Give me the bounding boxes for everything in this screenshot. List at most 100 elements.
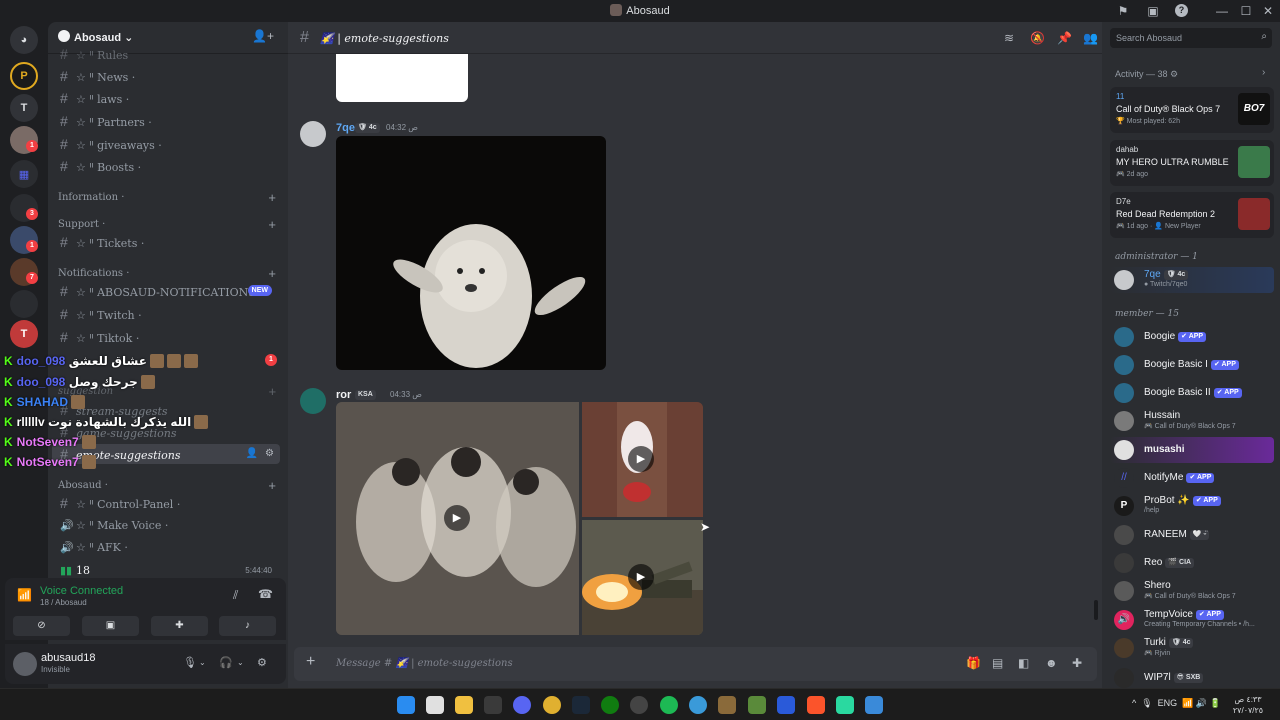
video-attachment-1[interactable]: ▶: [336, 402, 579, 635]
system-tray[interactable]: ^ 🎙 ENG 📶 🔊 🔋: [1132, 698, 1221, 709]
play-icon[interactable]: ▶: [444, 505, 470, 531]
headphones-icon[interactable]: 🎧: [219, 656, 233, 669]
channel-giveaways[interactable]: # ☆ ᐦ giveaways ·: [52, 134, 280, 154]
voice-status[interactable]: Voice Connected: [40, 585, 123, 597]
message-author-avatar[interactable]: [300, 121, 326, 147]
emoji-icon[interactable]: ☻: [1045, 656, 1058, 670]
disconnect-icon[interactable]: ☎: [258, 587, 273, 601]
message-author-avatar[interactable]: [300, 388, 326, 414]
discord-home-icon[interactable]: ◕: [10, 26, 38, 54]
member-item[interactable]: Boogie Basic II ✔ APP: [1110, 380, 1274, 406]
channel-news[interactable]: # ☆ ᐦ News ·: [52, 66, 280, 86]
member-item[interactable]: WIP7l 😎 SXB: [1110, 665, 1274, 688]
invite-member-icon[interactable]: 👤: [246, 444, 258, 464]
threads-icon[interactable]: ≋: [1004, 31, 1014, 45]
channel-tickets[interactable]: # ☆ ᐦ Tickets ·: [52, 232, 280, 252]
invite-icon[interactable]: 👤+: [252, 29, 274, 43]
add-channel-icon[interactable]: +: [268, 190, 276, 205]
add-channel-icon[interactable]: +: [268, 217, 276, 232]
channel-partners[interactable]: # ☆ ᐦ Partners ·: [52, 111, 280, 131]
server-icon-10[interactable]: T: [10, 320, 38, 348]
chrome-icon[interactable]: [543, 696, 561, 714]
member-item-admin[interactable]: 7qe 🛡 4c ● Twitch/7qe0: [1110, 267, 1274, 293]
activity-header[interactable]: Activity — 38 ⚙: [1115, 69, 1178, 80]
member-item[interactable]: Boogie Basic I ✔ APP: [1110, 352, 1274, 378]
username[interactable]: abusaud18: [41, 652, 95, 664]
channel-settings-gear-icon[interactable]: ⚙: [265, 444, 274, 464]
member-item[interactable]: // NotifyMe ✔ APP: [1110, 465, 1274, 491]
server-p-icon[interactable]: P: [10, 62, 38, 90]
steam-icon[interactable]: [572, 696, 590, 714]
taskbar-app-icon[interactable]: [777, 696, 795, 714]
member-list-icon[interactable]: 👥: [1083, 31, 1098, 45]
taskbar-app-icon[interactable]: [865, 696, 883, 714]
category-abosaud[interactable]: Abosaud · +: [58, 478, 280, 493]
category-support[interactable]: Support · +: [58, 217, 280, 232]
member-item[interactable]: RANEEM 🤍 ᵕ̈: [1110, 522, 1274, 548]
folder-icon[interactable]: ▦: [10, 160, 38, 188]
gif-icon[interactable]: ▤: [992, 656, 1003, 670]
screen-icon[interactable]: ▣: [1145, 3, 1161, 19]
notifications-muted-icon[interactable]: 🔕: [1030, 31, 1045, 45]
play-icon[interactable]: ▶: [628, 564, 654, 590]
channel-boosts[interactable]: # ☆ ᐦ Boosts ·: [52, 156, 280, 176]
close-icon[interactable]: ✕: [1260, 3, 1276, 19]
channel-control-panel[interactable]: # ☆ ᐦ Control-Panel ·: [52, 493, 280, 513]
taskbar-app-icon[interactable]: [484, 696, 502, 714]
taskbar-clock[interactable]: ٤:٣٣ ص ٢٧/٠٧/٢٥: [1232, 694, 1264, 716]
server-icon-9[interactable]: [10, 290, 38, 318]
video-attachment-2[interactable]: ▶: [582, 402, 703, 517]
channel-twitch[interactable]: # ☆ ᐦ Twitch ·: [52, 304, 280, 324]
channel-abosaud-notifications[interactable]: # ☆ ᐦ ABOSAUD-NOTIFICATIONS · NEW: [52, 281, 280, 301]
member-item[interactable]: Reo 🎬 CIA: [1110, 550, 1274, 576]
add-channel-icon[interactable]: +: [268, 478, 276, 493]
member-item[interactable]: Shero 🎮 Call of Duty® Black Ops 7: [1110, 578, 1274, 604]
channel-tiktok[interactable]: # ☆ ᐦ Tiktok ·: [52, 327, 280, 347]
channel-laws[interactable]: # ☆ ᐦ laws ·: [52, 88, 280, 108]
settings-gear-icon[interactable]: ⚙: [257, 656, 267, 669]
scrollbar-thumb[interactable]: [1094, 600, 1098, 620]
message-author-name[interactable]: ror: [336, 389, 351, 401]
channel-make-voice[interactable]: 🔊 ☆ ᐦ Make Voice ·: [52, 516, 280, 536]
category-notifications[interactable]: Notifications · +: [58, 266, 280, 281]
taskbar-app-icon[interactable]: [748, 696, 766, 714]
taskbar-app-icon[interactable]: [689, 696, 707, 714]
microphone-icon[interactable]: 🎙: [183, 656, 197, 669]
discord-taskbar-icon[interactable]: [513, 696, 531, 714]
activity-card[interactable]: dahab MY HERO ULTRA RUMBLE 🎮 2d ago: [1110, 140, 1274, 186]
member-item[interactable]: Hussain 🎮 Call of Duty® Black Ops 7: [1110, 408, 1274, 434]
channel-rules[interactable]: # ☆ ᐦ Rules: [52, 44, 280, 64]
taskbar-app-icon[interactable]: [630, 696, 648, 714]
sticker-icon[interactable]: ◧: [1018, 656, 1029, 670]
chevron-down-icon[interactable]: ⌄: [237, 658, 244, 667]
add-attachment-icon[interactable]: +: [306, 653, 315, 671]
camera-off-button[interactable]: ⊘: [13, 616, 70, 636]
chevron-down-icon[interactable]: ⌄: [199, 658, 206, 667]
add-channel-icon[interactable]: +: [268, 384, 276, 399]
gift-icon[interactable]: 🎁: [966, 656, 981, 670]
image-attachment[interactable]: [336, 54, 468, 102]
user-avatar[interactable]: [13, 652, 37, 676]
channel-afk[interactable]: 🔊 ☆ ᐦ AFK ·: [52, 538, 280, 558]
play-icon[interactable]: ▶: [628, 446, 654, 472]
xbox-icon[interactable]: [601, 696, 619, 714]
activity-card[interactable]: D7e Red Dead Redemption 2 🎮 1d ago · 👤 N…: [1110, 192, 1274, 238]
spotify-icon[interactable]: [660, 696, 678, 714]
member-item[interactable]: musashi: [1110, 437, 1274, 463]
server-t-icon[interactable]: T: [10, 94, 38, 122]
search-input[interactable]: Search Abosaud ⌕: [1110, 28, 1272, 48]
help-icon[interactable]: ?: [1175, 4, 1188, 17]
screen-share-button[interactable]: ▣: [82, 616, 139, 636]
taskbar-app-icon[interactable]: [718, 696, 736, 714]
add-channel-icon[interactable]: +: [268, 266, 276, 281]
activity-card[interactable]: 11 Call of Duty® Black Ops 7 🏆 Most play…: [1110, 87, 1274, 133]
member-item[interactable]: Turki 🛡 4c 🎮 Rjvin: [1110, 635, 1274, 661]
chevron-right-icon[interactable]: ›: [1262, 67, 1265, 78]
activities-button[interactable]: ✚: [151, 616, 208, 636]
member-item[interactable]: 🔊 TempVoice ✔ APP Creating Temporary Channe…: [1110, 607, 1274, 633]
category-information[interactable]: Information · +: [58, 190, 280, 205]
brave-icon[interactable]: [807, 696, 825, 714]
inbox-flag-icon[interactable]: ⚑: [1115, 3, 1131, 19]
file-explorer-icon[interactable]: [455, 696, 473, 714]
taskbar-app-icon[interactable]: [426, 696, 444, 714]
